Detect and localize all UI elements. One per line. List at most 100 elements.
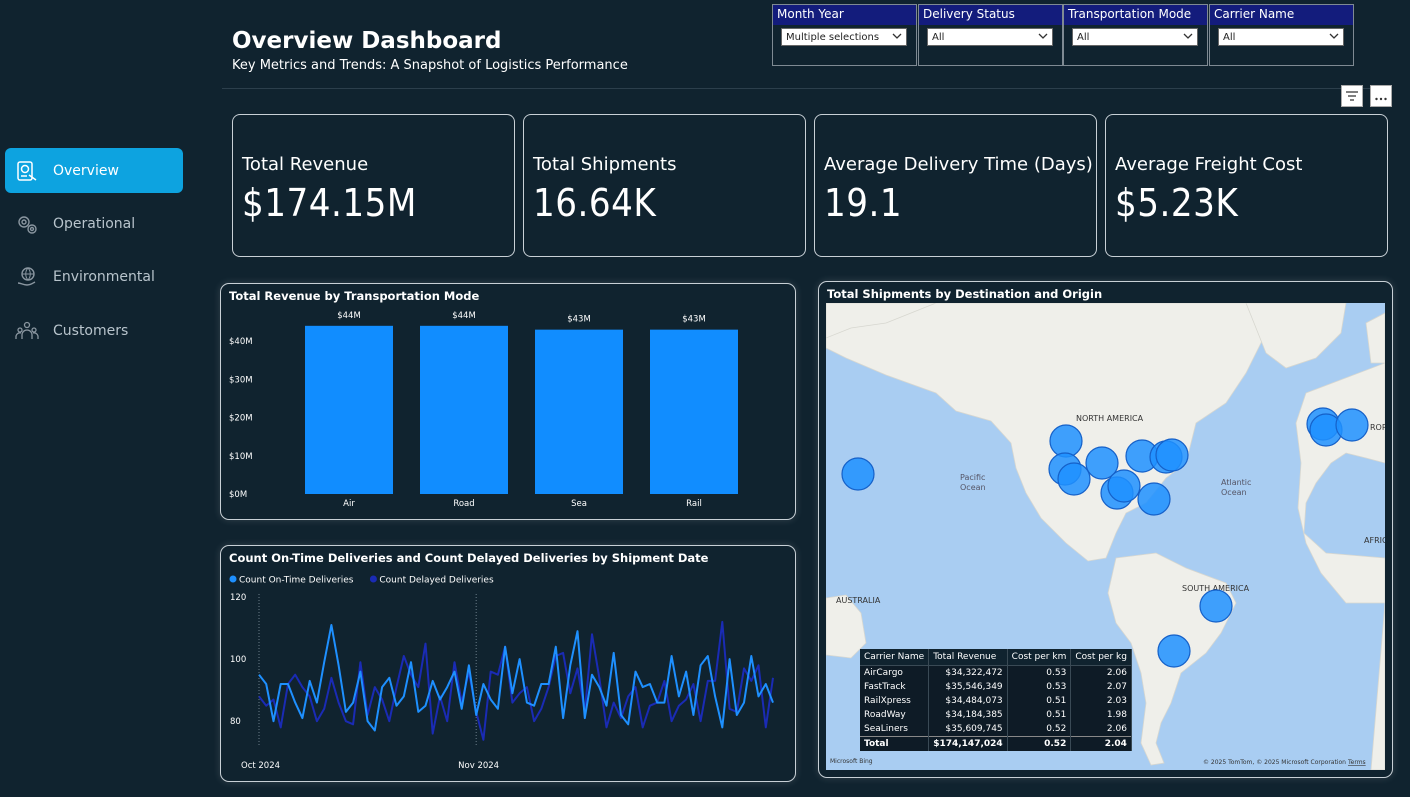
legend-label[interactable]: Count Delayed Deliveries bbox=[379, 576, 494, 586]
legend-label[interactable]: Count On-Time Deliveries bbox=[239, 576, 354, 586]
deliveries-line-chart: Count On-Time Deliveries Count Delayed De… bbox=[229, 575, 774, 771]
map-bubble[interactable] bbox=[1049, 424, 1083, 458]
table-cell: 2.07 bbox=[1070, 680, 1132, 694]
y-tick-label: $20M bbox=[229, 414, 253, 424]
table-cell: RoadWay bbox=[860, 708, 930, 722]
chevron-down-icon bbox=[1038, 31, 1048, 44]
column-header[interactable]: Carrier Name bbox=[860, 649, 930, 666]
table-row: RailXpress $34,484,073 0.51 2.03 bbox=[860, 694, 1132, 708]
carrier-name-dropdown[interactable]: All bbox=[1218, 28, 1344, 46]
filter-icon bbox=[1345, 87, 1359, 106]
bar-data-label: $43M bbox=[682, 315, 706, 325]
bar-data-label: $44M bbox=[452, 311, 476, 321]
table-cell: 0.51 bbox=[1007, 694, 1072, 708]
map-bubble[interactable] bbox=[1335, 408, 1369, 442]
bar[interactable] bbox=[305, 325, 393, 494]
map-bubble[interactable] bbox=[1157, 634, 1191, 668]
table-cell: 0.53 bbox=[1007, 680, 1072, 694]
table-cell: 0.53 bbox=[1007, 665, 1072, 680]
column-header[interactable]: Cost per km bbox=[1007, 649, 1072, 666]
map-copyright: © 2025 TomTom, © 2025 Microsoft Corporat… bbox=[1203, 759, 1346, 766]
slicer-label: Transportation Mode bbox=[1064, 5, 1207, 25]
page-title: Overview Dashboard bbox=[232, 28, 502, 54]
bar[interactable] bbox=[420, 325, 508, 494]
kpi-label: Total Revenue bbox=[242, 154, 369, 175]
map-title: Total Shipments by Destination and Origi… bbox=[827, 287, 1103, 301]
map-bubble[interactable] bbox=[1137, 482, 1171, 516]
map-label: Pacific bbox=[960, 473, 985, 482]
sidebar-item-label: Overview bbox=[53, 162, 119, 179]
map-label: NORTH AMERICA bbox=[1076, 414, 1144, 423]
filter-button[interactable] bbox=[1341, 85, 1363, 107]
kpi-card-average-delivery-time: Average Delivery Time (Days) 19.1 bbox=[814, 114, 1097, 257]
map-bubble[interactable] bbox=[1155, 438, 1189, 472]
bar[interactable] bbox=[535, 329, 623, 494]
y-tick-label: 120 bbox=[230, 593, 246, 603]
overview-icon bbox=[15, 159, 39, 183]
table-header-row: Carrier Name Total Revenue Cost per km C… bbox=[860, 649, 1132, 666]
sidebar-item-label: Operational bbox=[53, 215, 136, 232]
people-icon bbox=[15, 319, 39, 343]
table-cell: 0.52 bbox=[1007, 736, 1072, 751]
series-line[interactable] bbox=[258, 624, 774, 732]
column-header[interactable]: Cost per kg bbox=[1070, 649, 1132, 666]
deliveries-line-panel: Count On-Time Deliveries and Count Delay… bbox=[220, 545, 796, 782]
map-bubble[interactable] bbox=[1107, 469, 1141, 503]
table-cell: SeaLiners bbox=[860, 722, 930, 737]
delivery-status-dropdown[interactable]: All bbox=[927, 28, 1053, 46]
table-row: FastTrack $35,546,349 0.53 2.07 bbox=[860, 680, 1132, 694]
dropdown-value: All bbox=[1223, 32, 1236, 43]
kpi-card-total-revenue: Total Revenue $174.15M bbox=[232, 114, 515, 257]
map-label: AFRIC bbox=[1364, 536, 1385, 545]
table-cell: Total bbox=[860, 736, 930, 751]
sidebar-item-label: Customers bbox=[53, 322, 129, 339]
y-tick-label: 100 bbox=[230, 655, 246, 665]
kpi-label: Total Shipments bbox=[533, 154, 677, 175]
dropdown-value: Multiple selections bbox=[786, 32, 880, 43]
slicer-carrier-name: Carrier Name All bbox=[1209, 4, 1354, 66]
sidebar-item-label: Environmental bbox=[53, 268, 155, 285]
map-terms-link[interactable]: Terms bbox=[1347, 759, 1366, 766]
sidebar-item-customers[interactable]: Customers bbox=[5, 308, 183, 353]
y-tick-label: $30M bbox=[229, 375, 253, 385]
gears-icon bbox=[15, 212, 39, 236]
slicer-label: Delivery Status bbox=[919, 5, 1062, 25]
month-year-dropdown[interactable]: Multiple selections bbox=[781, 28, 907, 46]
map-bubble[interactable] bbox=[1057, 462, 1091, 496]
kpi-value: $174.15M bbox=[242, 181, 417, 225]
table-cell: $174,147,024 bbox=[928, 736, 1008, 751]
bar-data-label: $43M bbox=[567, 315, 591, 325]
sidebar-item-overview[interactable]: Overview bbox=[5, 148, 183, 193]
x-tick-label: Rail bbox=[686, 499, 702, 509]
sidebar-item-operational[interactable]: Operational bbox=[5, 201, 183, 246]
carrier-table: Carrier Name Total Revenue Cost per km C… bbox=[860, 649, 1132, 751]
map-label: AUSTRALIA bbox=[836, 596, 881, 605]
table-cell: RailXpress bbox=[860, 694, 930, 708]
sidebar-item-environmental[interactable]: Environmental bbox=[5, 254, 183, 299]
table-cell: $34,484,073 bbox=[928, 694, 1008, 708]
bar[interactable] bbox=[650, 329, 738, 494]
dropdown-value: All bbox=[1077, 32, 1090, 43]
table-cell: 0.52 bbox=[1007, 722, 1072, 737]
table-row: AirCargo $34,322,472 0.53 2.06 bbox=[860, 665, 1132, 680]
more-options-button[interactable] bbox=[1370, 85, 1392, 107]
map-label: Atlantic bbox=[1221, 478, 1251, 487]
transportation-mode-dropdown[interactable]: All bbox=[1072, 28, 1198, 46]
x-tick-label: Sea bbox=[571, 499, 587, 509]
table-cell: $34,322,472 bbox=[928, 665, 1008, 680]
map-label: Ocean bbox=[960, 483, 986, 492]
x-tick-label: Nov 2024 bbox=[458, 761, 499, 771]
map-label: ROP bbox=[1370, 423, 1385, 432]
kpi-value: 19.1 bbox=[824, 181, 903, 225]
kpi-value: $5.23K bbox=[1115, 181, 1239, 225]
table-cell: AirCargo bbox=[860, 665, 930, 680]
map-bubble[interactable] bbox=[1199, 589, 1233, 623]
map-bubble[interactable] bbox=[841, 457, 875, 491]
column-header[interactable]: Total Revenue bbox=[928, 649, 1008, 666]
table-cell: 2.04 bbox=[1070, 736, 1132, 751]
table-cell: $35,546,349 bbox=[928, 680, 1008, 694]
table-total-row: Total $174,147,024 0.52 2.04 bbox=[860, 736, 1132, 751]
more-icon bbox=[1374, 87, 1388, 106]
globe-hand-icon bbox=[15, 265, 39, 289]
chevron-down-icon bbox=[1329, 31, 1339, 44]
